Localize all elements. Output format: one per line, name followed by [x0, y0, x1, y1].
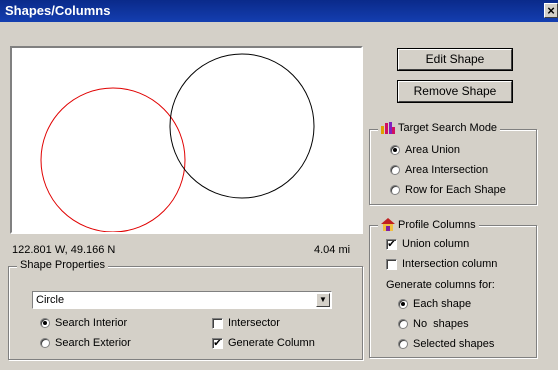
radio-label: Each shape — [413, 298, 472, 310]
radio-label: Selected shapes — [413, 338, 495, 350]
checkbox-intersection-column[interactable]: Intersection column — [386, 258, 497, 270]
edit-shape-button[interactable]: Edit Shape — [398, 49, 512, 70]
coordinates-readout: 122.801 W, 49.166 N — [12, 244, 116, 256]
shape-type-value: Circle — [36, 294, 65, 306]
radio-indicator[interactable] — [398, 299, 408, 309]
radio-area-intersection[interactable]: Area Intersection — [390, 164, 488, 176]
radio-label: Row for Each Shape — [405, 184, 506, 196]
profile-columns-group: Profile Columns ✔ Union column Intersect… — [369, 218, 537, 358]
shape-circle-black[interactable] — [169, 53, 315, 199]
checkbox-generate-column[interactable]: ✔ Generate Column — [212, 337, 315, 349]
radio-indicator[interactable] — [390, 165, 400, 175]
scale-readout: 4.04 mi — [314, 244, 351, 256]
radio-indicator[interactable] — [390, 145, 400, 155]
bar-chart-icon — [381, 122, 395, 134]
house-icon — [381, 218, 395, 231]
generate-columns-label: Generate columns for: — [386, 279, 495, 291]
window-title: Shapes/Columns — [5, 3, 111, 18]
target-search-mode-group: Target Search Mode Area Union Area Inter… — [369, 122, 537, 205]
shape-properties-title: Shape Properties — [20, 259, 105, 271]
checkbox-box[interactable]: ✔ — [386, 238, 397, 250]
chevron-down-icon[interactable]: ▼ — [316, 293, 330, 307]
radio-search-interior[interactable]: Search Interior — [40, 317, 127, 329]
profile-columns-title: Profile Columns — [398, 218, 476, 231]
radio-row-for-each-shape[interactable]: Row for Each Shape — [390, 184, 506, 196]
radio-indicator[interactable] — [40, 318, 50, 328]
close-button[interactable]: × — [544, 3, 558, 18]
radio-label: Search Exterior — [55, 337, 131, 349]
shapes-drawing — [40, 53, 315, 232]
checkbox-box[interactable] — [212, 317, 223, 329]
radio-indicator[interactable] — [390, 185, 400, 195]
checkbox-label: Generate Column — [228, 337, 315, 349]
checkbox-label: Intersector — [228, 317, 280, 329]
radio-indicator[interactable] — [398, 319, 408, 329]
checkbox-union-column[interactable]: ✔ Union column — [386, 238, 469, 250]
target-search-mode-title: Target Search Mode — [398, 122, 498, 134]
checkbox-intersector[interactable]: Intersector — [212, 317, 280, 329]
checkbox-label: Union column — [402, 238, 470, 250]
remove-shape-button[interactable]: Remove Shape — [398, 81, 512, 102]
radio-label: Area Intersection — [405, 164, 489, 176]
radio-label: No shapes — [413, 318, 469, 330]
radio-indicator[interactable] — [398, 339, 408, 349]
checkbox-label: Intersection column — [402, 258, 498, 270]
radio-label: Search Interior — [55, 317, 128, 329]
radio-no-shapes[interactable]: No shapes — [398, 318, 469, 330]
checkbox-box[interactable]: ✔ — [212, 337, 223, 349]
radio-indicator[interactable] — [40, 338, 50, 348]
radio-label: Area Union — [405, 144, 461, 156]
radio-area-union[interactable]: Area Union — [390, 144, 460, 156]
shape-type-select[interactable]: Circle ▼ — [32, 291, 332, 309]
shape-circle-red[interactable] — [40, 87, 186, 232]
radio-each-shape[interactable]: Each shape — [398, 298, 471, 310]
map-canvas[interactable] — [10, 46, 363, 234]
radio-search-exterior[interactable]: Search Exterior — [40, 337, 131, 349]
checkbox-box[interactable] — [386, 258, 397, 270]
title-bar: Shapes/Columns × — [0, 0, 558, 22]
radio-selected-shapes[interactable]: Selected shapes — [398, 338, 494, 350]
